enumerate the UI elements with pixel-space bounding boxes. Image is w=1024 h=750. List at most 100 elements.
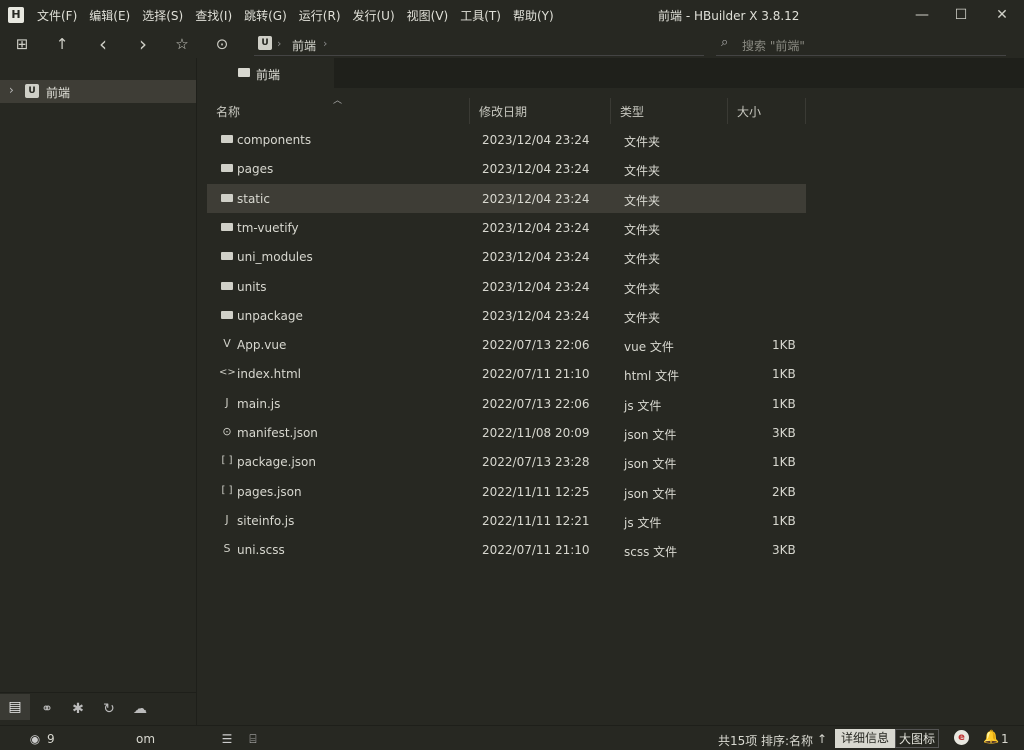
file-date: 2023/12/04 23:24 — [482, 279, 590, 294]
column-divider[interactable] — [610, 98, 611, 124]
forward-icon[interactable]: › — [132, 33, 154, 55]
file-name: App.vue — [237, 338, 287, 353]
file-type: js 文件 — [624, 398, 662, 413]
new-file-icon[interactable]: ⊞ — [11, 33, 33, 55]
file-size: 1KB — [772, 396, 796, 411]
breadcrumb-separator-icon: › — [323, 37, 328, 50]
menu-view[interactable]: 视图(V) — [407, 7, 449, 24]
run-icon[interactable]: ⊙ — [211, 33, 233, 55]
file-type: html 文件 — [624, 369, 680, 384]
hbuilder-logo-icon: H — [8, 7, 24, 23]
table-row[interactable]: <> index.html 2022/07/11 21:10 html 文件 1KB — [207, 359, 806, 388]
sort-direction-icon[interactable]: ↑ — [817, 732, 827, 746]
file-date: 2022/11/08 20:09 — [482, 426, 590, 440]
debug-icon[interactable]: ✱ — [69, 700, 87, 718]
up-arrow-icon[interactable]: ↑ — [51, 33, 73, 55]
close-button[interactable]: ✕ — [991, 4, 1013, 26]
folder-icon — [221, 135, 233, 143]
tab-folder[interactable]: 前端 — [198, 58, 334, 88]
project-tree-item[interactable]: › U 前端 — [0, 80, 196, 103]
file-name: uni_modules — [237, 250, 313, 265]
menu-tools[interactable]: 工具(T) — [460, 7, 501, 24]
menu-file[interactable]: 文件(F) — [37, 7, 77, 24]
table-row[interactable]: pages 2023/12/04 23:24 文件夹 — [207, 154, 806, 183]
user-icon[interactable]: ◉ — [27, 731, 43, 747]
file-date: 2023/12/04 23:24 — [482, 133, 590, 147]
file-type: js 文件 — [624, 515, 662, 530]
folder-icon — [238, 68, 250, 77]
error-badge-icon[interactable]: e — [954, 730, 969, 745]
menu-run[interactable]: 运行(R) — [299, 7, 341, 24]
menu-select[interactable]: 选择(S) — [142, 7, 183, 24]
table-row[interactable]: unpackage 2023/12/04 23:24 文件夹 — [207, 301, 806, 330]
list-icon[interactable]: ☰ — [219, 731, 235, 747]
table-row[interactable]: [ ] pages.json 2022/11/11 12:25 json 文件 2KB — [207, 477, 806, 506]
view-large-icons-button[interactable]: 大图标 — [895, 729, 939, 748]
folder-icon — [221, 310, 233, 319]
file-date: 2022/07/13 23:28 — [482, 455, 590, 470]
project-sidebar — [0, 58, 197, 725]
bell-icon[interactable]: 🔔 — [983, 730, 999, 745]
folder-icon — [221, 252, 233, 261]
user-suffix: om — [136, 732, 156, 746]
menu-goto[interactable]: 跳转(G) — [244, 7, 287, 24]
file-date: 2023/12/04 23:24 — [482, 250, 590, 265]
table-row[interactable]: Jsiteinfo.js 2022/11/11 12:21 js 文件 1KB — [207, 506, 806, 535]
file-type: 文件夹 — [624, 310, 661, 325]
binoculars-icon[interactable]: ⚭ — [38, 700, 56, 718]
sort-by[interactable]: 排序:名称 — [761, 732, 813, 749]
file-type: 文件夹 — [624, 252, 661, 267]
terminal-icon[interactable]: ⌸ — [245, 731, 261, 747]
minimize-button[interactable]: — — [911, 4, 933, 26]
folder-icon — [221, 193, 233, 202]
file-name: units — [237, 279, 267, 294]
sort-asc-icon: ︿ — [333, 96, 343, 106]
table-row[interactable]: Jmain.js 2022/07/13 22:06 js 文件 1KB — [207, 389, 806, 418]
breadcrumb-folder[interactable]: 前端 — [292, 37, 316, 54]
user-name[interactable]: 9 — [47, 732, 55, 746]
notification-count: 1 — [1001, 732, 1009, 746]
table-row[interactable]: tm-vuetify 2023/12/04 23:24 文件夹 — [207, 213, 806, 242]
breadcrumb[interactable] — [254, 32, 704, 56]
explorer-icon[interactable]: ▤ — [0, 694, 30, 720]
file-icon: <> — [219, 367, 236, 379]
file-date: 2023/12/04 23:24 — [482, 308, 590, 323]
table-row[interactable]: components 2023/12/04 23:24 文件夹 — [207, 125, 806, 154]
column-header-type[interactable]: 类型 — [620, 103, 644, 120]
chevron-right-icon[interactable]: › — [9, 83, 14, 97]
column-divider[interactable] — [727, 98, 728, 124]
column-header-size[interactable]: 大小 — [737, 103, 761, 120]
menu-help[interactable]: 帮助(Y) — [513, 7, 554, 24]
file-size: 3KB — [772, 543, 796, 558]
file-date: 2022/07/13 22:06 — [482, 338, 590, 353]
column-divider[interactable] — [805, 98, 806, 124]
file-name: main.js — [237, 396, 281, 411]
table-row[interactable]: uni_modules 2023/12/04 23:24 文件夹 — [207, 242, 806, 271]
item-count: 共15项 — [718, 734, 758, 748]
table-row[interactable]: [ ] package.json 2022/07/13 23:28 json 文件 1K… — [207, 447, 806, 476]
menu-publish[interactable]: 发行(U) — [353, 7, 395, 24]
cloud-icon[interactable]: ☁ — [131, 700, 149, 718]
back-icon[interactable]: ‹ — [92, 33, 114, 55]
star-icon[interactable]: ☆ — [171, 33, 193, 55]
table-row[interactable]: Suni.scss 2022/07/11 21:10 scss 文件 3KB — [207, 535, 806, 564]
file-icon: [ ] — [221, 484, 233, 496]
column-divider[interactable] — [469, 98, 470, 124]
table-row[interactable]: ⊙ manifest.json 2022/11/08 20:09 json 文件 3KB — [207, 418, 806, 447]
table-row[interactable]: static 2023/12/04 23:24 文件夹 — [207, 183, 806, 213]
project-badge-icon: U — [25, 84, 39, 98]
file-date: 2023/12/04 23:24 — [482, 220, 590, 235]
menu-find[interactable]: 查找(I) — [195, 7, 232, 24]
column-header-modified[interactable]: 修改日期 — [479, 103, 527, 120]
file-name: tm-vuetify — [237, 220, 299, 235]
view-detail-button[interactable]: 详细信息 — [835, 729, 895, 748]
table-row[interactable]: units 2023/12/04 23:24 文件夹 — [207, 272, 806, 301]
file-name: uni.scss — [237, 543, 285, 558]
file-type: 文件夹 — [624, 135, 661, 149]
maximize-button[interactable]: ☐ — [950, 4, 972, 26]
source-control-icon[interactable]: ↻ — [100, 700, 118, 718]
menu-edit[interactable]: 编辑(E) — [89, 7, 130, 24]
table-row[interactable]: V App.vue 2022/07/13 22:06 vue 文件 1KB — [207, 330, 806, 359]
file-type: json 文件 — [624, 486, 677, 501]
column-header-name[interactable]: 名称 — [216, 103, 240, 120]
